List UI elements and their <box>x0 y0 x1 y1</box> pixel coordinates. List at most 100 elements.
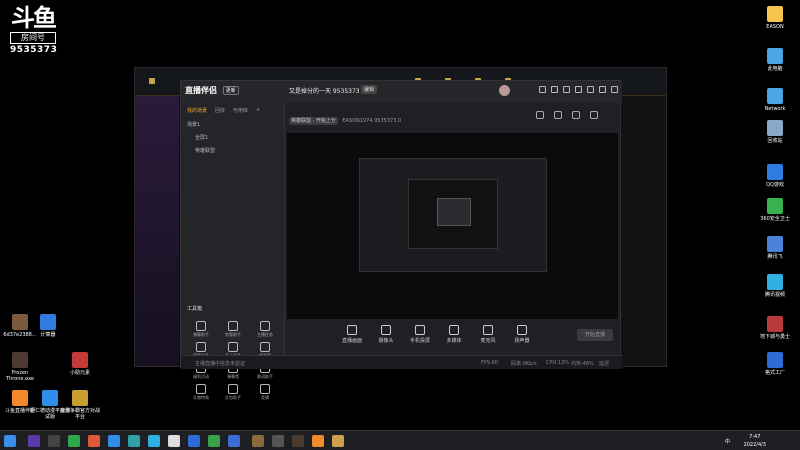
wechat-icon[interactable] <box>68 435 80 447</box>
shortcut-label: 腾讯视频 <box>764 292 785 298</box>
tool-label: 弹幕助手 <box>193 332 209 337</box>
source-tool-button[interactable]: 摄像头 <box>375 325 397 344</box>
chrome-icon[interactable] <box>88 435 100 447</box>
app-icon[interactable] <box>188 435 200 447</box>
desktop-shortcut[interactable]: 地下城与勇士 <box>755 316 795 340</box>
maximize-icon[interactable] <box>599 86 606 93</box>
toolbox-item[interactable]: 礼物特效 <box>185 384 217 401</box>
tool-icon <box>260 342 270 352</box>
sidebar-tabs: 我的场景 回放 可用库 + <box>181 103 284 118</box>
toolbox-item[interactable]: 弹幕助手 <box>185 321 217 338</box>
app-icon[interactable] <box>272 435 284 447</box>
tool-label: 福利活动 <box>193 374 209 379</box>
shortcut-icon <box>12 352 28 368</box>
desktop-shortcut[interactable]: 小助元素 <box>60 352 100 376</box>
desktop-shortcut[interactable]: 腾讯视频 <box>755 274 795 298</box>
cpu-readout: CPU:13% <box>546 360 569 366</box>
shortcut-icon <box>767 88 783 104</box>
toolbox-item[interactable]: 竞猜 <box>249 384 281 401</box>
nested-preview-deep <box>437 198 471 226</box>
shortcut-icon <box>767 316 783 332</box>
input-method-indicator[interactable]: 中 <box>725 438 730 445</box>
app-icon[interactable] <box>208 435 220 447</box>
game-champion-art <box>135 96 179 366</box>
game-logo-icon <box>149 78 155 84</box>
shortcut-icon <box>767 48 783 64</box>
premiere-icon[interactable] <box>28 435 40 447</box>
tab-replay[interactable]: 回放 <box>215 107 225 114</box>
source-tool-button[interactable]: 直播画面 <box>341 325 363 344</box>
desktop-shortcut[interactable]: 魔兽争霸官方对战平台 <box>60 390 100 420</box>
category-tag[interactable]: 英雄联盟 · 开始上分 <box>289 117 338 125</box>
update-badge[interactable]: 更新 <box>222 86 239 95</box>
scene-sidebar: 我的场景 回放 可用库 + 场景1 全屏1 英雄联盟 工具箱 弹幕助手 房管助手主… <box>181 103 285 400</box>
desktop-shortcut[interactable]: 计算器 <box>28 314 68 338</box>
stream-preview[interactable] <box>287 133 618 319</box>
delay-readout: 延迟 <box>599 361 610 367</box>
source-tool-label: 麦克风 <box>480 338 496 344</box>
app-icon[interactable] <box>48 435 60 447</box>
warcraft-icon[interactable] <box>292 435 304 447</box>
app-icon[interactable] <box>148 435 160 447</box>
desktop-shortcut[interactable]: EASON <box>755 6 795 30</box>
desktop-shortcut[interactable]: Network <box>755 88 795 112</box>
desktop-shortcut[interactable]: 格式工厂 <box>755 352 795 376</box>
scene-source-item[interactable]: 全屏1 <box>181 131 284 144</box>
edit-room-button[interactable]: 编辑 <box>361 85 378 94</box>
desktop-shortcut[interactable]: Frozen Throne.exe <box>0 352 40 382</box>
shortcut-label: Network <box>764 106 786 112</box>
app-icon[interactable] <box>332 435 344 447</box>
shortcut-label: 小助元素 <box>69 370 90 376</box>
shortcut-icon <box>767 236 783 252</box>
shortcut-label: 格式工厂 <box>764 370 785 376</box>
lock-icon[interactable] <box>572 111 580 119</box>
shop-icon[interactable] <box>536 111 544 119</box>
douyu-icon[interactable] <box>312 435 324 447</box>
menu-icon[interactable] <box>575 86 582 93</box>
app-icon[interactable] <box>228 435 240 447</box>
system-clock[interactable]: 7:47 2022/4/3 <box>744 433 766 449</box>
desktop: 斗鱼 房间号 9535373 直播伴侣 更新 又是掉分的一天 9535373 编… <box>0 0 800 430</box>
settings-icon[interactable] <box>563 86 570 93</box>
clock-date: 2022/4/3 <box>743 442 766 448</box>
lol-icon[interactable] <box>252 435 264 447</box>
tab-library[interactable]: 可用库 <box>233 107 248 114</box>
toolbox-item[interactable]: 红包助手 <box>217 384 249 401</box>
shortcut-icon <box>12 390 28 406</box>
scene-source-item[interactable]: 英雄联盟 <box>181 144 284 157</box>
source-tool-label: 手机投屏 <box>409 338 430 344</box>
desktop-shortcut[interactable]: 腾讯飞 <box>755 236 795 260</box>
desktop-shortcut[interactable]: 360安全卫士 <box>755 198 795 222</box>
douyu-watermark: 斗鱼 房间号 9535373 <box>10 6 57 55</box>
toolbox-item[interactable]: 主播任务 <box>249 321 281 338</box>
window-controls <box>539 86 618 93</box>
source-tool-button[interactable]: 多媒体 <box>443 325 465 344</box>
app-icon[interactable] <box>128 435 140 447</box>
gift-icon[interactable] <box>554 111 562 119</box>
shortcut-label: 腾讯飞 <box>767 254 783 260</box>
source-tool-button[interactable]: 手机投屏 <box>409 325 431 344</box>
share-icon[interactable] <box>590 111 598 119</box>
windows-start-icon[interactable] <box>4 435 16 447</box>
skin-icon[interactable] <box>539 86 546 93</box>
desktop-shortcut[interactable]: QQ游戏 <box>755 164 795 188</box>
source-tool-button[interactable]: 麦克风 <box>477 325 499 344</box>
minimize-icon[interactable] <box>587 86 594 93</box>
memory-readout: 内存:46% <box>571 361 594 367</box>
tool-label: 弹幕墙 <box>227 374 239 379</box>
mail-icon[interactable] <box>551 86 558 93</box>
tab-my-scenes[interactable]: 我的场景 <box>187 107 207 114</box>
avatar[interactable] <box>499 85 510 96</box>
shortcut-icon <box>767 164 783 180</box>
app-icon[interactable] <box>168 435 180 447</box>
source-tool-button[interactable]: 扬声器 <box>511 325 533 344</box>
tab-add[interactable]: + <box>256 107 260 114</box>
scene-item[interactable]: 场景1 <box>181 118 284 131</box>
close-icon[interactable] <box>611 86 618 93</box>
desktop-shortcut[interactable]: 此电脑 <box>755 48 795 72</box>
desktop-shortcut[interactable]: 回收站 <box>755 120 795 144</box>
start-stream-button[interactable]: 开始直播 <box>577 329 613 341</box>
shortcut-icon <box>72 390 88 406</box>
toolbox-item[interactable]: 房管助手 <box>217 321 249 338</box>
edge-icon[interactable] <box>108 435 120 447</box>
